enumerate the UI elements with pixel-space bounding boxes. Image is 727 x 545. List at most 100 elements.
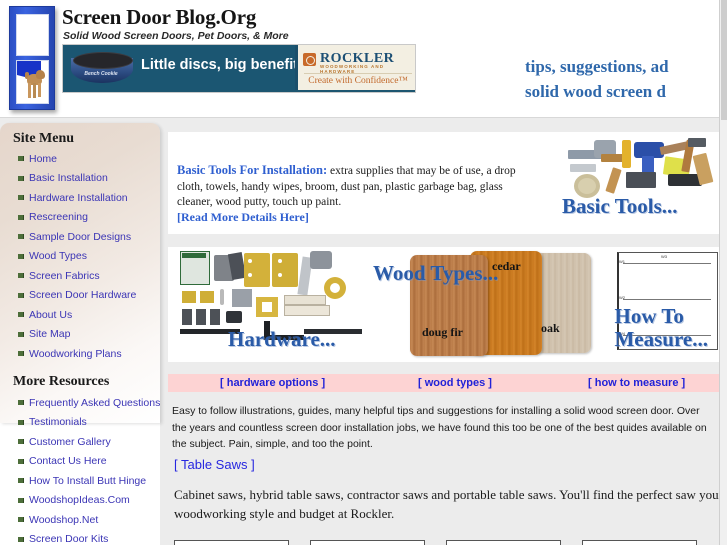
sidebar-item-screen-door-kits[interactable]: Screen Door Kits	[18, 530, 160, 545]
product-thumbnail[interactable]	[310, 540, 425, 545]
product-thumbnail-row	[174, 540, 726, 545]
sidebar-item-label: Rescreening	[29, 211, 88, 224]
hardware-caption: Hardware...	[228, 327, 336, 351]
link-wood-types[interactable]: [ wood types ]	[418, 377, 492, 389]
tools-pile-illustration	[564, 138, 714, 198]
sidebar-item-label: Woodworking Plans	[29, 347, 122, 360]
dog-head	[36, 70, 45, 79]
sidebar-item-label: About Us	[29, 308, 73, 321]
sidebar-item-hardware-installation[interactable]: Hardware Installation	[18, 188, 136, 208]
hardware-latch-body-2	[284, 305, 330, 316]
read-more-details-link[interactable]: [Read More Details Here]	[177, 210, 309, 225]
sidebar-item-woodworking-plans[interactable]: Woodworking Plans	[18, 344, 136, 364]
basic-tools-image[interactable]: Basic Tools...	[554, 134, 714, 232]
rockler-banner-ad[interactable]: Bench Cookie Little discs, big benefits.…	[62, 44, 416, 93]
sidebar-item-how-to-install-butt-hinge[interactable]: How To Install Butt Hinge	[18, 471, 160, 491]
hardware-pin	[220, 289, 224, 305]
bench-cookie-product-image: Bench Cookie	[71, 50, 133, 84]
sidebar-item-screen-fabrics[interactable]: Screen Fabrics	[18, 266, 136, 286]
site-menu-list: Home Basic Installation Hardware Installat…	[18, 149, 136, 364]
sidebar-item-basic-installation[interactable]: Basic Installation	[18, 169, 136, 189]
banner-ad-slogan: Little discs, big benefits.	[141, 57, 311, 73]
bullet-icon	[18, 331, 24, 337]
sidebar-item-label: Home	[29, 152, 58, 165]
screen-door-logo-icon	[9, 6, 55, 110]
sidebar-item-label: Screen Fabrics	[29, 269, 100, 282]
site-title: Screen Door Blog.Org	[62, 5, 257, 29]
dimension-label-w3: W3	[661, 254, 667, 259]
table-saws-link[interactable]: [ Table Saws ]	[174, 457, 255, 472]
dimension-label-w2: W2	[619, 295, 625, 300]
scrollbar-thumb[interactable]	[721, 0, 727, 120]
sidebar-item-home[interactable]: Home	[18, 149, 136, 169]
sidebar-item-contact-us-here[interactable]: Contact Us Here	[18, 452, 160, 472]
strike-plate-hole	[262, 302, 272, 312]
hinge-hole	[248, 273, 252, 277]
hardware-latch-body	[284, 295, 326, 305]
sidebar-item-site-map[interactable]: Site Map	[18, 325, 136, 345]
hardware-hinge-1	[244, 253, 270, 287]
sidebar-item-label: Screen Door Kits	[29, 533, 109, 545]
dimension-line-top	[623, 263, 711, 264]
measure-caption-line1: How To	[614, 304, 684, 328]
product-thumbnail[interactable]	[582, 540, 697, 545]
basic-tools-text: Basic Tools For Installation: extra supp…	[177, 163, 517, 211]
dog-illustration	[25, 68, 45, 100]
dimension-label-w1: W1	[619, 259, 625, 264]
main-content: Basic Tools For Installation: extra supp…	[168, 119, 723, 545]
bullet-icon	[18, 156, 24, 162]
page-root: Screen Door Blog.Org Solid Wood Screen D…	[0, 0, 727, 545]
bench-cookie-top	[73, 52, 133, 69]
sidebar-item-wood-types[interactable]: Wood Types	[18, 247, 136, 267]
link-how-to-measure[interactable]: [ how to measure ]	[588, 377, 685, 389]
sidebar-item-frequently-asked-questions[interactable]: Frequently Asked Questions	[18, 393, 160, 413]
sidebar-item-woodshopideas-com[interactable]: WoodshopIdeas.Com	[18, 491, 160, 511]
sidebar-item-testimonials[interactable]: Testimonials	[18, 413, 160, 433]
bullet-icon	[18, 536, 24, 542]
hardware-handle-set	[310, 251, 332, 269]
dog-leg	[38, 83, 41, 97]
tool-square	[570, 164, 596, 172]
basic-tools-lead: Basic Tools For Installation:	[177, 163, 328, 177]
sidebar-item-label: Site Map	[29, 328, 71, 341]
door-pane-top	[16, 14, 49, 56]
bullet-icon	[18, 195, 24, 201]
hardware-plate-1	[182, 291, 196, 303]
wood-label-doug-fir: doug fir	[422, 325, 464, 339]
page-scrollbar[interactable]	[719, 0, 727, 545]
sidebar-item-label: Frequently Asked Questions	[29, 396, 161, 409]
how-to-measure-caption: How To Measure...	[614, 305, 708, 351]
product-thumbnail[interactable]	[446, 540, 561, 545]
hinge-hole	[278, 273, 282, 277]
bullet-icon	[18, 273, 24, 279]
sidebar-item-label: Wood Types	[29, 250, 87, 263]
banner-ad-brand-panel: ROCKLER WOODWORKING AND HARDWARE Create …	[295, 45, 415, 90]
bullet-icon	[18, 517, 24, 523]
sidebar-item-about-us[interactable]: About Us	[18, 305, 136, 325]
sidebar-item-label: Screen Door Hardware	[29, 289, 137, 302]
sidebar-item-screen-door-hardware[interactable]: Screen Door Hardware	[18, 286, 136, 306]
intro-paragraph: Easy to follow illustrations, guides, ma…	[172, 405, 707, 450]
bullet-icon	[18, 351, 24, 357]
bullet-icon	[18, 312, 24, 318]
tool-screwdriver	[622, 140, 631, 168]
rockler-tagline: Create with Confidence™	[304, 73, 412, 86]
sidebar-item-rescreening[interactable]: Rescreening	[18, 208, 136, 228]
middle-images-panel: Hardware... cedar oak doug fir Wood Type…	[168, 247, 720, 362]
product-thumbnail[interactable]	[174, 540, 289, 545]
bullet-icon	[18, 234, 24, 240]
bullet-icon	[18, 419, 24, 425]
sidebar-item-label: Customer Gallery	[29, 435, 111, 448]
tool-plane	[626, 172, 656, 188]
bullet-icon	[18, 292, 24, 298]
link-hardware-options[interactable]: [ hardware options ]	[220, 377, 325, 389]
table-saws-paragraph: Cabinet saws, hybrid table saws, contrac…	[174, 487, 723, 521]
hinge-hole	[248, 259, 252, 263]
sidebar-item-sample-door-designs[interactable]: Sample Door Designs	[18, 227, 136, 247]
hardware-butt-hinge-3	[210, 309, 220, 325]
banner-ad-left-panel: Bench Cookie Little discs, big benefits.	[63, 45, 310, 90]
bullet-icon	[18, 497, 24, 503]
sidebar-item-label: Woodshop.Net	[29, 513, 99, 526]
sidebar-item-woodshop-net[interactable]: Woodshop.Net	[18, 510, 160, 530]
sidebar-item-customer-gallery[interactable]: Customer Gallery	[18, 432, 160, 452]
